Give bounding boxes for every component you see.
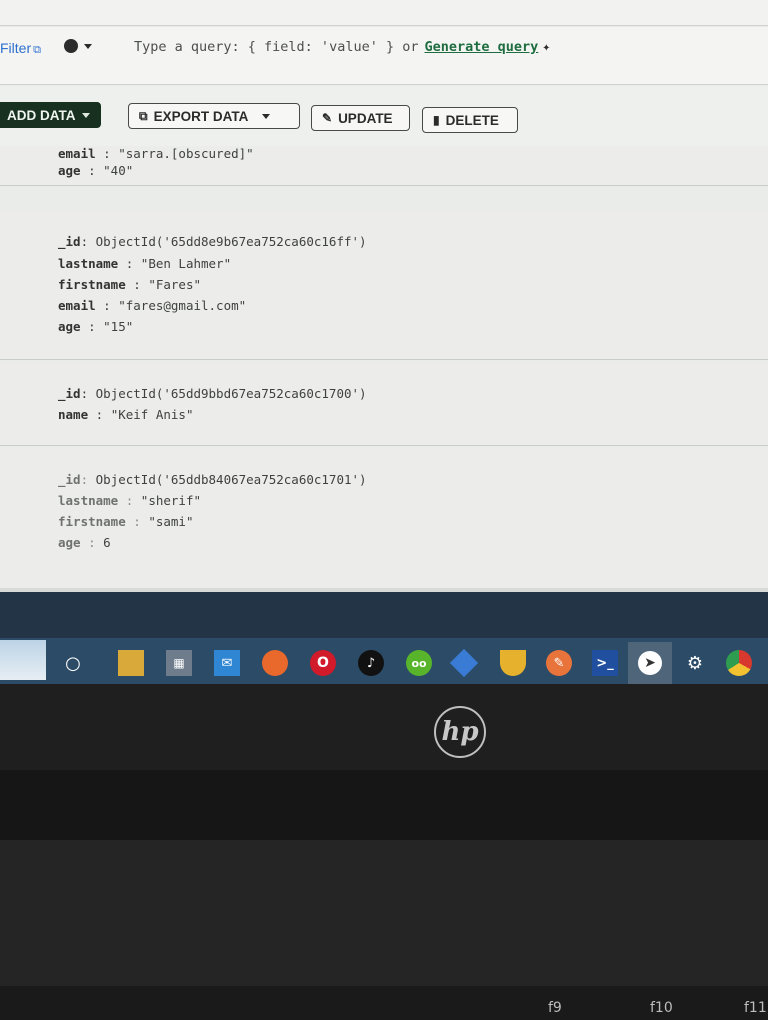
laptop-hinge — [0, 770, 768, 840]
documents-list: email : "sarra.[obscured]" age : "40" _i… — [0, 146, 768, 590]
hp-logo: hp — [434, 706, 486, 758]
field-key: age — [58, 535, 81, 550]
function-key-f11: f11 — [744, 1000, 767, 1016]
document-field: age : "40" — [58, 163, 134, 178]
field-key: firstname — [58, 514, 126, 529]
document-field: lastname : "Ben Lahmer" — [58, 256, 232, 271]
pencil-icon: ✎ — [322, 111, 333, 125]
export-data-button[interactable]: ⧉ EXPORT DATA — [128, 103, 300, 129]
document-field: firstname : "Fares" — [58, 277, 201, 292]
field-key: _id — [58, 472, 81, 487]
field-value: "sarra.[obscured]" — [118, 146, 254, 161]
field-value: "fares@gmail.com" — [118, 298, 247, 313]
query-placeholder: Type a query: { field: 'value' } or — [134, 39, 419, 55]
generate-query-link[interactable]: Generate query — [424, 39, 538, 55]
chevron-down-icon — [84, 43, 92, 49]
field-value: "Ben Lahmer" — [140, 256, 232, 271]
field-value: "Keif Anis" — [110, 407, 194, 422]
document-card[interactable]: email : "sarra.[obscured]" age : "40" — [0, 146, 768, 186]
sparkle-icon: ✦ — [542, 39, 551, 55]
document-field: _id: ObjectId('65dd8e9b67ea752ca60c16ff'… — [58, 234, 367, 249]
duolingo-icon[interactable]: oo — [406, 650, 432, 676]
chrome-icon[interactable] — [726, 650, 752, 676]
function-key-f9: f9 — [548, 1000, 562, 1016]
firefox-icon[interactable] — [262, 650, 288, 676]
query-input[interactable]: Type a query: { field: 'value' } or Gener… — [134, 39, 754, 55]
cursor-app-icon[interactable]: ➤ — [628, 642, 672, 684]
wallpaper-thumbnail[interactable] — [0, 640, 46, 680]
field-value: "sami" — [148, 514, 194, 529]
opera-icon[interactable]: O — [310, 650, 336, 676]
field-key: email — [58, 146, 96, 161]
field-value: ObjectId('65ddb84067ea752ca60c1701') — [95, 472, 367, 487]
document-field: email : "fares@gmail.com" — [58, 298, 247, 313]
external-link-icon: ⧉ — [33, 44, 41, 56]
field-key: age — [58, 163, 81, 178]
field-key: _id — [58, 386, 81, 401]
update-button[interactable]: ✎ UPDATE — [311, 105, 410, 131]
document-card[interactable]: _id: ObjectId('65dd9bbd67ea752ca60c1700'… — [0, 362, 768, 446]
tiktok-icon[interactable]: ♪ — [358, 650, 384, 676]
field-key: _id — [58, 234, 81, 249]
window-top-strip — [0, 0, 768, 26]
field-value: "40" — [103, 163, 134, 178]
store-icon[interactable]: ▦ — [166, 650, 192, 676]
mail-icon[interactable]: ✉ — [214, 650, 240, 676]
chevron-down-icon — [81, 112, 90, 118]
field-value: 6 — [103, 535, 111, 550]
filter-link[interactable]: Filter ⧉ — [0, 40, 41, 57]
brush-icon[interactable]: ✎ — [546, 650, 572, 676]
document-field: _id: ObjectId('65dd9bbd67ea752ca60c1700'… — [58, 386, 367, 401]
field-key: name — [58, 407, 89, 422]
field-key: firstname — [58, 277, 126, 292]
field-key: email — [58, 298, 96, 313]
history-icon — [64, 39, 78, 53]
field-value: "sherif" — [140, 493, 202, 508]
query-history-button[interactable] — [64, 39, 92, 53]
field-value: "Fares" — [148, 277, 201, 292]
field-value: "15" — [103, 319, 134, 334]
document-field: email : "sarra.[obscured]" — [58, 146, 254, 161]
field-value: ObjectId('65dd9bbd67ea752ca60c1700') — [95, 386, 367, 401]
export-data-label: EXPORT DATA — [153, 108, 249, 124]
filter-label: Filter — [0, 40, 32, 56]
chevron-down-icon — [262, 113, 271, 119]
add-data-label: ADD DATA — [7, 107, 76, 123]
document-field: age : "15" — [58, 319, 134, 334]
document-field: lastname : "sherif" — [58, 493, 202, 508]
field-key: lastname — [58, 493, 119, 508]
filter-bar: Filter ⧉ Type a query: { field: 'value' }… — [0, 27, 768, 85]
settings-icon[interactable]: ⚙ — [682, 650, 708, 676]
terminal-icon[interactable]: >_ — [592, 650, 618, 676]
document-card[interactable]: _id: ObjectId('65ddb84067ea752ca60c1701'… — [0, 448, 768, 590]
delete-button[interactable]: ▮ DELETE — [422, 107, 518, 133]
document-card[interactable]: _id: ObjectId('65dd8e9b67ea752ca60c16ff'… — [0, 210, 768, 360]
award-icon[interactable] — [500, 650, 526, 676]
document-field: _id: ObjectId('65ddb84067ea752ca60c1701'… — [58, 472, 367, 487]
file-explorer-icon[interactable] — [118, 650, 144, 676]
field-value: ObjectId('65dd8e9b67ea752ca60c16ff') — [95, 234, 367, 249]
document-field: firstname : "sami" — [58, 514, 194, 529]
field-key: age — [58, 319, 81, 334]
field-key: lastname — [58, 256, 119, 271]
search-icon[interactable]: ○ — [60, 650, 86, 676]
taskbar: ○ ▦ ✉ O ♪ oo ✎ >_ ➤ ⚙ — [0, 592, 768, 684]
function-key-f10: f10 — [650, 1000, 673, 1016]
document-field: age : 6 — [58, 535, 111, 550]
update-label: UPDATE — [338, 110, 393, 126]
add-data-button[interactable]: ADD DATA — [0, 102, 101, 128]
delete-label: DELETE — [445, 112, 499, 128]
monitor-screen: Filter ⧉ Type a query: { field: 'value' }… — [0, 0, 768, 600]
export-icon: ⧉ — [139, 108, 148, 123]
trash-icon: ▮ — [433, 113, 440, 127]
document-field: name : "Keif Anis" — [58, 407, 194, 422]
